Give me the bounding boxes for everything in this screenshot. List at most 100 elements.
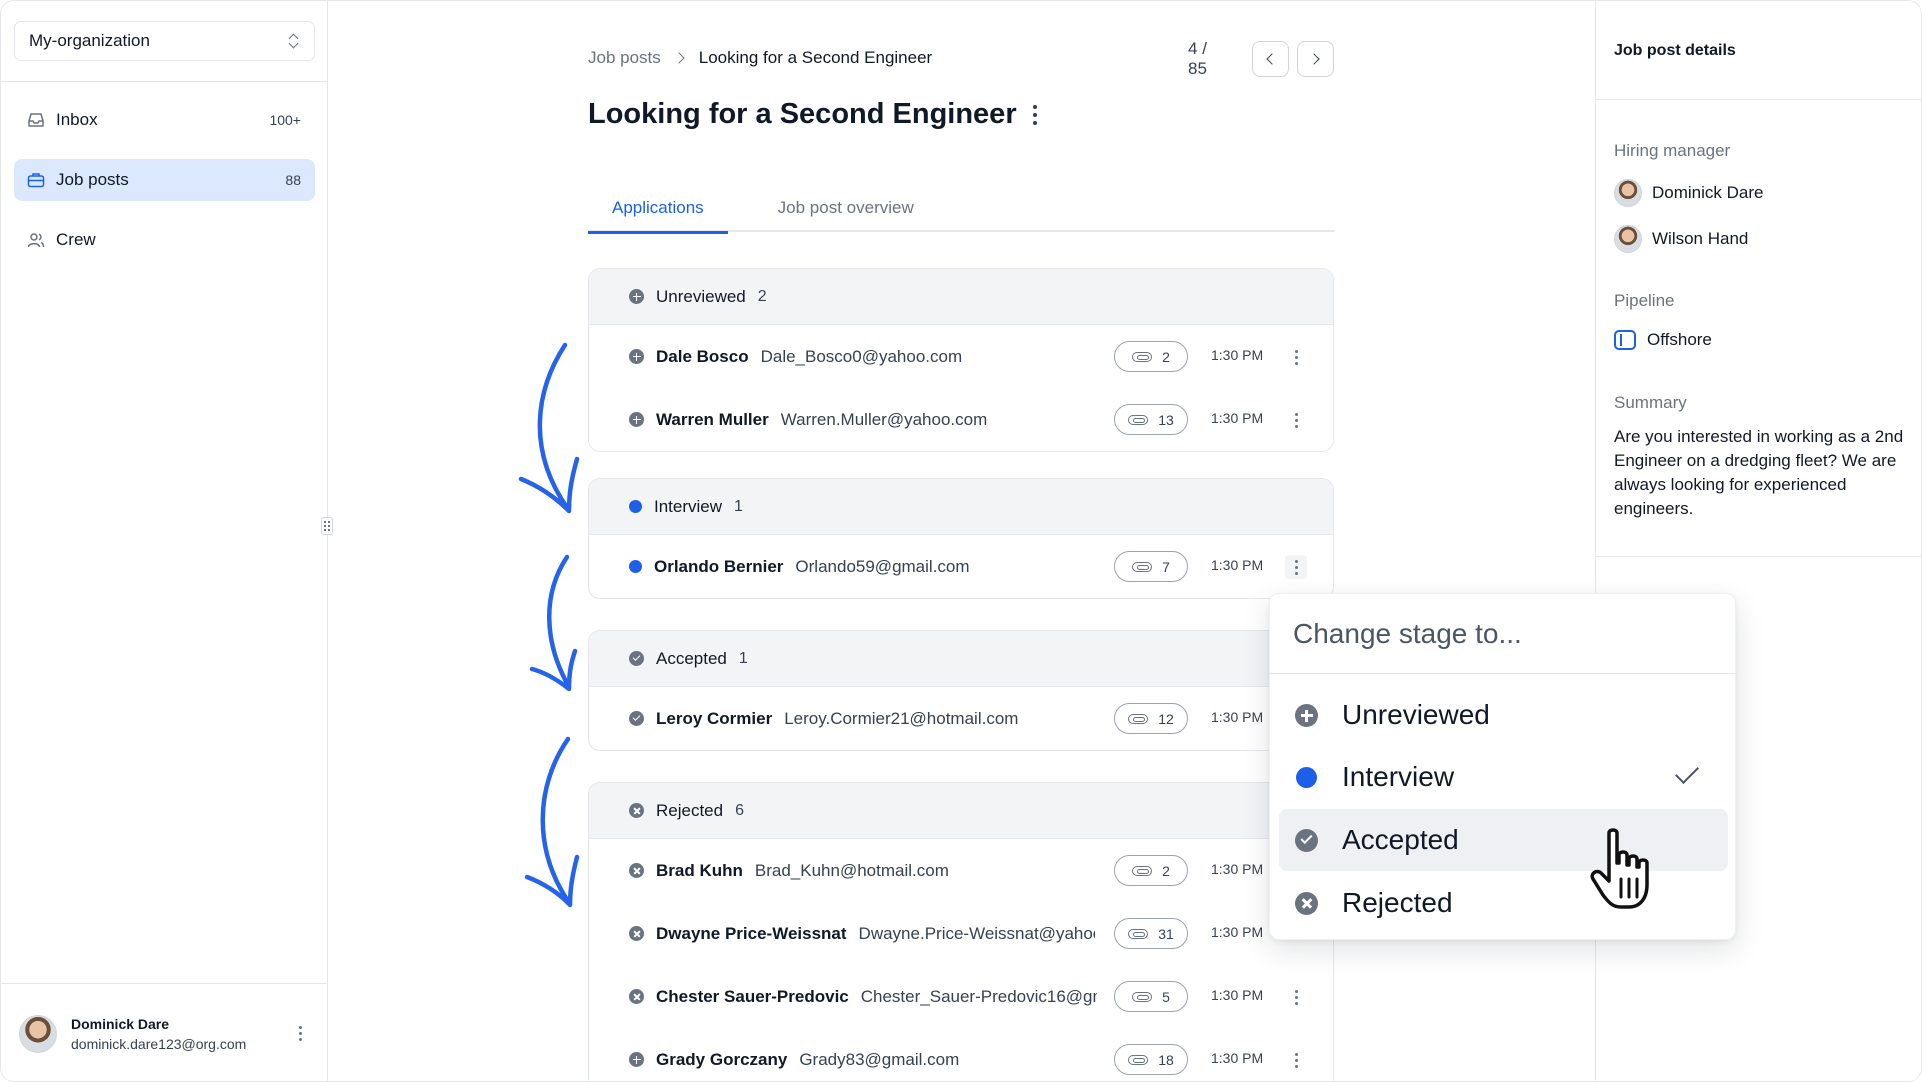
applicant-email: Grady83@gmail.com — [799, 1049, 960, 1069]
table-row[interactable]: Brad Kuhn Brad_Kuhn@hotmail.com 2 1:30 P… — [589, 839, 1333, 902]
timestamp: 1:30 PM — [1211, 410, 1264, 426]
menu-title: Change stage to... — [1293, 618, 1522, 649]
group-header[interactable]: Unreviewed 2 — [589, 269, 1333, 325]
group-title: Interview — [654, 496, 723, 516]
sidebar-item-crew[interactable]: Crew — [14, 219, 315, 261]
paperclip-icon — [1132, 865, 1153, 876]
manager-name: Wilson Hand — [1652, 229, 1749, 248]
check-circle-icon — [629, 711, 644, 726]
sidebar-item-inbox[interactable]: Inbox 100+ — [14, 99, 315, 141]
applicant-name: Grady Gorczany — [656, 1049, 788, 1069]
paperclip-icon — [1128, 928, 1149, 939]
menu-item-label: Unreviewed — [1342, 699, 1490, 730]
applicant-email: Leroy.Cormier21@hotmail.com — [784, 708, 1019, 728]
group-header[interactable]: Interview 1 — [589, 479, 1333, 535]
attachments-badge[interactable]: 7 — [1114, 551, 1188, 582]
menu-item-label: Interview — [1342, 761, 1455, 792]
user-info: Dominick Dare dominick.dare123@org.com — [71, 1016, 290, 1052]
applicant-email: Dwayne.Price-Weissnat@yahoo.com — [858, 923, 1095, 943]
tab-job-post-overview[interactable]: Job post overview — [754, 184, 938, 232]
sidebar-item-label: Job posts — [56, 170, 129, 189]
flow-arrow-2 — [547, 554, 572, 690]
chevron-right-icon — [673, 52, 685, 64]
hiring-manager[interactable]: Wilson Hand — [1614, 225, 1748, 253]
more-vertical-icon[interactable] — [290, 1024, 310, 1044]
timestamp: 1:30 PM — [1211, 1050, 1264, 1066]
attachments-badge[interactable]: 2 — [1114, 341, 1188, 372]
previous-button[interactable] — [1251, 41, 1289, 77]
menu-item-interview[interactable]: Interview — [1279, 746, 1728, 808]
plus-circle-icon — [629, 412, 644, 427]
panel-title: Job post details — [1614, 42, 1736, 59]
attachments-badge[interactable]: 13 — [1114, 404, 1188, 435]
table-row[interactable]: Orlando Bernier Orlando59@gmail.com 7 1:… — [589, 535, 1333, 598]
paperclip-icon — [1128, 713, 1149, 724]
group-title: Rejected — [656, 800, 724, 820]
table-row[interactable]: Grady Gorczany Grady83@gmail.com 18 1:30… — [589, 1028, 1333, 1081]
sidebar-item-job-posts[interactable]: Job posts 88 — [14, 159, 315, 201]
more-vertical-icon[interactable] — [1286, 347, 1306, 367]
breadcrumb-job-posts[interactable]: Job posts — [588, 48, 661, 68]
attachments-badge[interactable]: 2 — [1114, 855, 1188, 886]
hand-pointer-icon — [1590, 828, 1649, 909]
table-row[interactable]: Leroy Cormier Leroy.Cormier21@hotmail.co… — [589, 687, 1333, 750]
more-vertical-icon[interactable] — [1286, 987, 1306, 1007]
summary-label: Summary — [1614, 393, 1687, 412]
menu-item-unreviewed[interactable]: Unreviewed — [1279, 684, 1728, 746]
table-row[interactable]: Dale Bosco Dale_Bosco0@yahoo.com 2 1:30 … — [589, 325, 1333, 388]
organization-select[interactable]: My-organization — [14, 21, 315, 61]
change-stage-menu: Change stage to... Unreviewed Interview … — [1269, 593, 1737, 940]
applicant-name: Leroy Cormier — [656, 708, 773, 728]
attachments-badge[interactable]: 12 — [1114, 703, 1188, 734]
avatar — [1614, 225, 1642, 253]
pipeline-link[interactable]: Offshore — [1614, 330, 1712, 350]
group-count: 2 — [757, 287, 767, 305]
table-row[interactable]: Chester Sauer-Predovic Chester_Sauer-Pre… — [589, 965, 1333, 1028]
applicant-name: Dale Bosco — [656, 346, 749, 366]
table-row[interactable]: Warren Muller Warren.Muller@yahoo.com 13… — [589, 388, 1333, 451]
timestamp: 1:30 PM — [1211, 924, 1264, 940]
hiring-manager[interactable]: Dominick Dare — [1614, 179, 1763, 207]
applicant-name: Brad Kuhn — [656, 860, 743, 880]
next-button[interactable] — [1296, 41, 1334, 77]
more-vertical-icon[interactable] — [1286, 410, 1306, 430]
group-header[interactable]: Rejected 6 — [589, 783, 1333, 839]
more-vertical-icon[interactable] — [1285, 555, 1307, 579]
user-profile[interactable]: Dominick Dare dominick.dare123@org.com — [1, 983, 328, 1081]
attachments-badge[interactable]: 18 — [1114, 1044, 1188, 1075]
breadcrumb-current: Looking for a Second Engineer — [698, 48, 933, 67]
sidebar-nav: Inbox 100+ Job posts 88 Crew — [14, 99, 315, 279]
stage-group-unreviewed: Unreviewed 2 Dale Bosco Dale_Bosco0@yaho… — [588, 268, 1334, 452]
group-title: Unreviewed — [656, 286, 746, 306]
blue-dot-icon — [629, 500, 642, 513]
flow-arrow-1 — [537, 342, 571, 512]
sidebar: My-organization Inbox 100+ Job posts 88 — [1, 1, 328, 1081]
x-circle-icon — [1295, 892, 1318, 915]
stage-group-rejected: Rejected 6 Brad Kuhn Brad_Kuhn@hotmail.c… — [588, 782, 1334, 1081]
applicant-email: Orlando59@gmail.com — [795, 556, 970, 576]
sidebar-resize-handle[interactable] — [321, 517, 333, 535]
flow-arrows — [518, 342, 580, 908]
inbox-icon — [26, 110, 46, 130]
more-vertical-icon[interactable] — [1032, 104, 1037, 125]
group-title: Accepted — [656, 648, 727, 668]
attachments-badge[interactable]: 31 — [1114, 918, 1188, 949]
briefcase-icon — [26, 170, 46, 190]
tab-applications[interactable]: Applications — [588, 184, 728, 234]
applicant-email: Chester_Sauer-Predovic16@gmail.com — [860, 986, 1097, 1006]
summary-text: Are you interested in working as a 2nd E… — [1614, 427, 1904, 518]
chevron-up-down-icon — [288, 33, 300, 49]
blue-dot-icon — [1296, 767, 1317, 788]
table-row[interactable]: Dwayne Price-Weissnat Dwayne.Price-Weiss… — [589, 902, 1333, 965]
more-vertical-icon[interactable] — [1286, 1050, 1306, 1070]
x-circle-icon — [629, 989, 644, 1004]
applicant-email: Warren.Muller@yahoo.com — [780, 409, 988, 429]
stage-group-accepted: Accepted 1 Leroy Cormier Leroy.Cormier21… — [588, 630, 1334, 751]
group-header[interactable]: Accepted 1 — [589, 631, 1333, 687]
app-window: My-organization Inbox 100+ Job posts 88 — [0, 0, 1922, 1082]
breadcrumb: Job posts Looking for a Second Engineer — [588, 48, 932, 68]
user-email: dominick.dare123@org.com — [71, 1035, 247, 1052]
attachments-badge[interactable]: 5 — [1114, 981, 1188, 1012]
group-count: 1 — [734, 497, 743, 515]
pipeline-label: Pipeline — [1614, 291, 1675, 310]
